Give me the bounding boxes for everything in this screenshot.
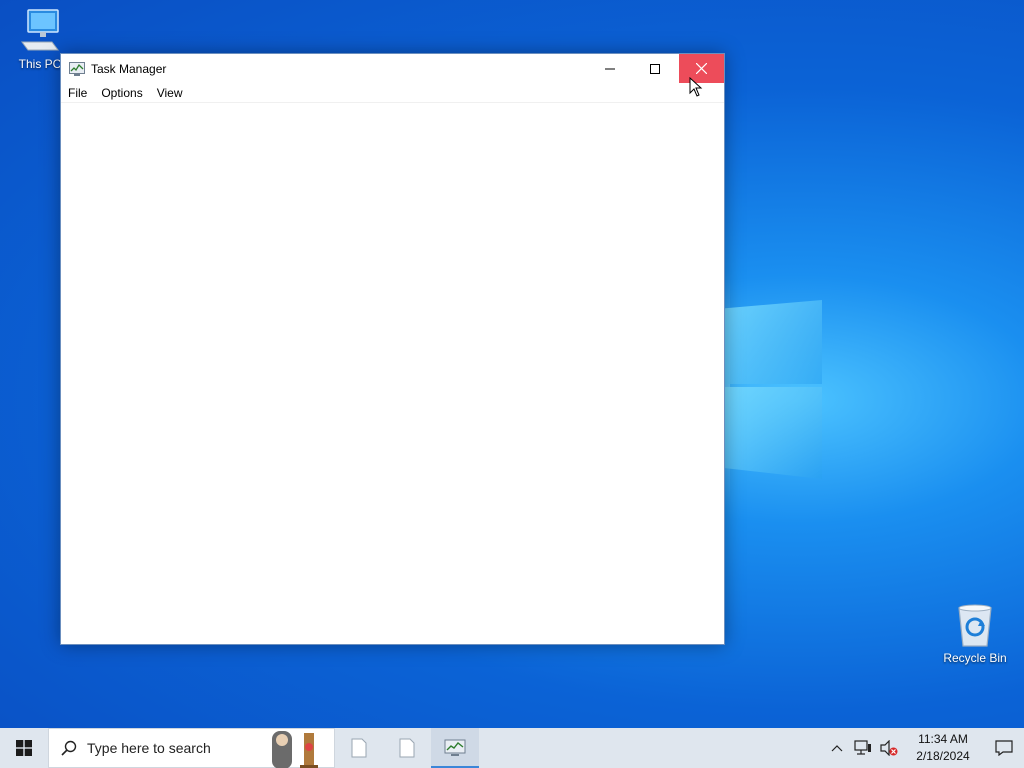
minimize-icon: [604, 68, 615, 69]
taskbar: Type here to search 11:34 AM 2/18/2024: [0, 728, 1024, 768]
taskbar-search-box[interactable]: Type here to search: [48, 728, 335, 768]
task-manager-icon: [69, 61, 85, 76]
document-icon: [399, 738, 415, 758]
wallpaper-logo-pane: [724, 387, 822, 479]
maximize-button[interactable]: [632, 54, 677, 83]
desktop-icon-label: This PC: [18, 57, 62, 71]
network-button[interactable]: [852, 728, 874, 768]
window-title: Task Manager: [91, 61, 167, 76]
desktop-icon-recycle-bin[interactable]: Recycle Bin: [937, 602, 1013, 665]
mouse-cursor-icon: [689, 77, 703, 97]
maximize-icon: [649, 63, 660, 74]
chevron-up-icon: [831, 745, 843, 752]
volume-button[interactable]: [878, 728, 900, 768]
clock-date: 2/18/2024: [916, 749, 970, 763]
menu-view[interactable]: View: [157, 86, 183, 100]
minimize-button[interactable]: [587, 54, 632, 83]
action-center-button[interactable]: [984, 728, 1024, 768]
close-icon: [696, 63, 707, 74]
search-icon: [61, 740, 77, 756]
taskbar-clock[interactable]: 11:34 AM 2/18/2024: [908, 731, 978, 765]
desktop-icon-label: Recycle Bin: [943, 651, 1007, 665]
task-manager-icon: [444, 739, 466, 756]
title-bar[interactable]: Task Manager: [61, 54, 724, 83]
recycle-bin-icon: [958, 604, 992, 647]
menu-file[interactable]: File: [68, 86, 87, 100]
system-tray: 11:34 AM 2/18/2024: [824, 728, 1024, 768]
wallpaper-logo-pane: [724, 300, 822, 384]
show-hidden-icons-button[interactable]: [826, 728, 848, 768]
taskbar-app-document[interactable]: [335, 728, 383, 768]
menu-bar: File Options View: [61, 83, 724, 103]
computer-icon: [21, 9, 59, 51]
document-icon: [351, 738, 367, 758]
network-icon: [854, 740, 871, 755]
search-highlight-illustration: [272, 731, 318, 768]
window-content-area: [61, 103, 724, 644]
taskbar-app-document-2[interactable]: [383, 728, 431, 768]
search-placeholder: Type here to search: [87, 740, 211, 756]
clock-time: 11:34 AM: [918, 732, 968, 746]
volume-muted-icon: [880, 740, 898, 756]
notification-icon: [995, 740, 1013, 756]
task-manager-window[interactable]: Task Manager File Options View: [60, 53, 725, 645]
windows-logo-icon: [16, 740, 32, 756]
menu-options[interactable]: Options: [101, 86, 142, 100]
taskbar-app-task-manager[interactable]: [431, 728, 479, 768]
start-button[interactable]: [0, 728, 48, 768]
